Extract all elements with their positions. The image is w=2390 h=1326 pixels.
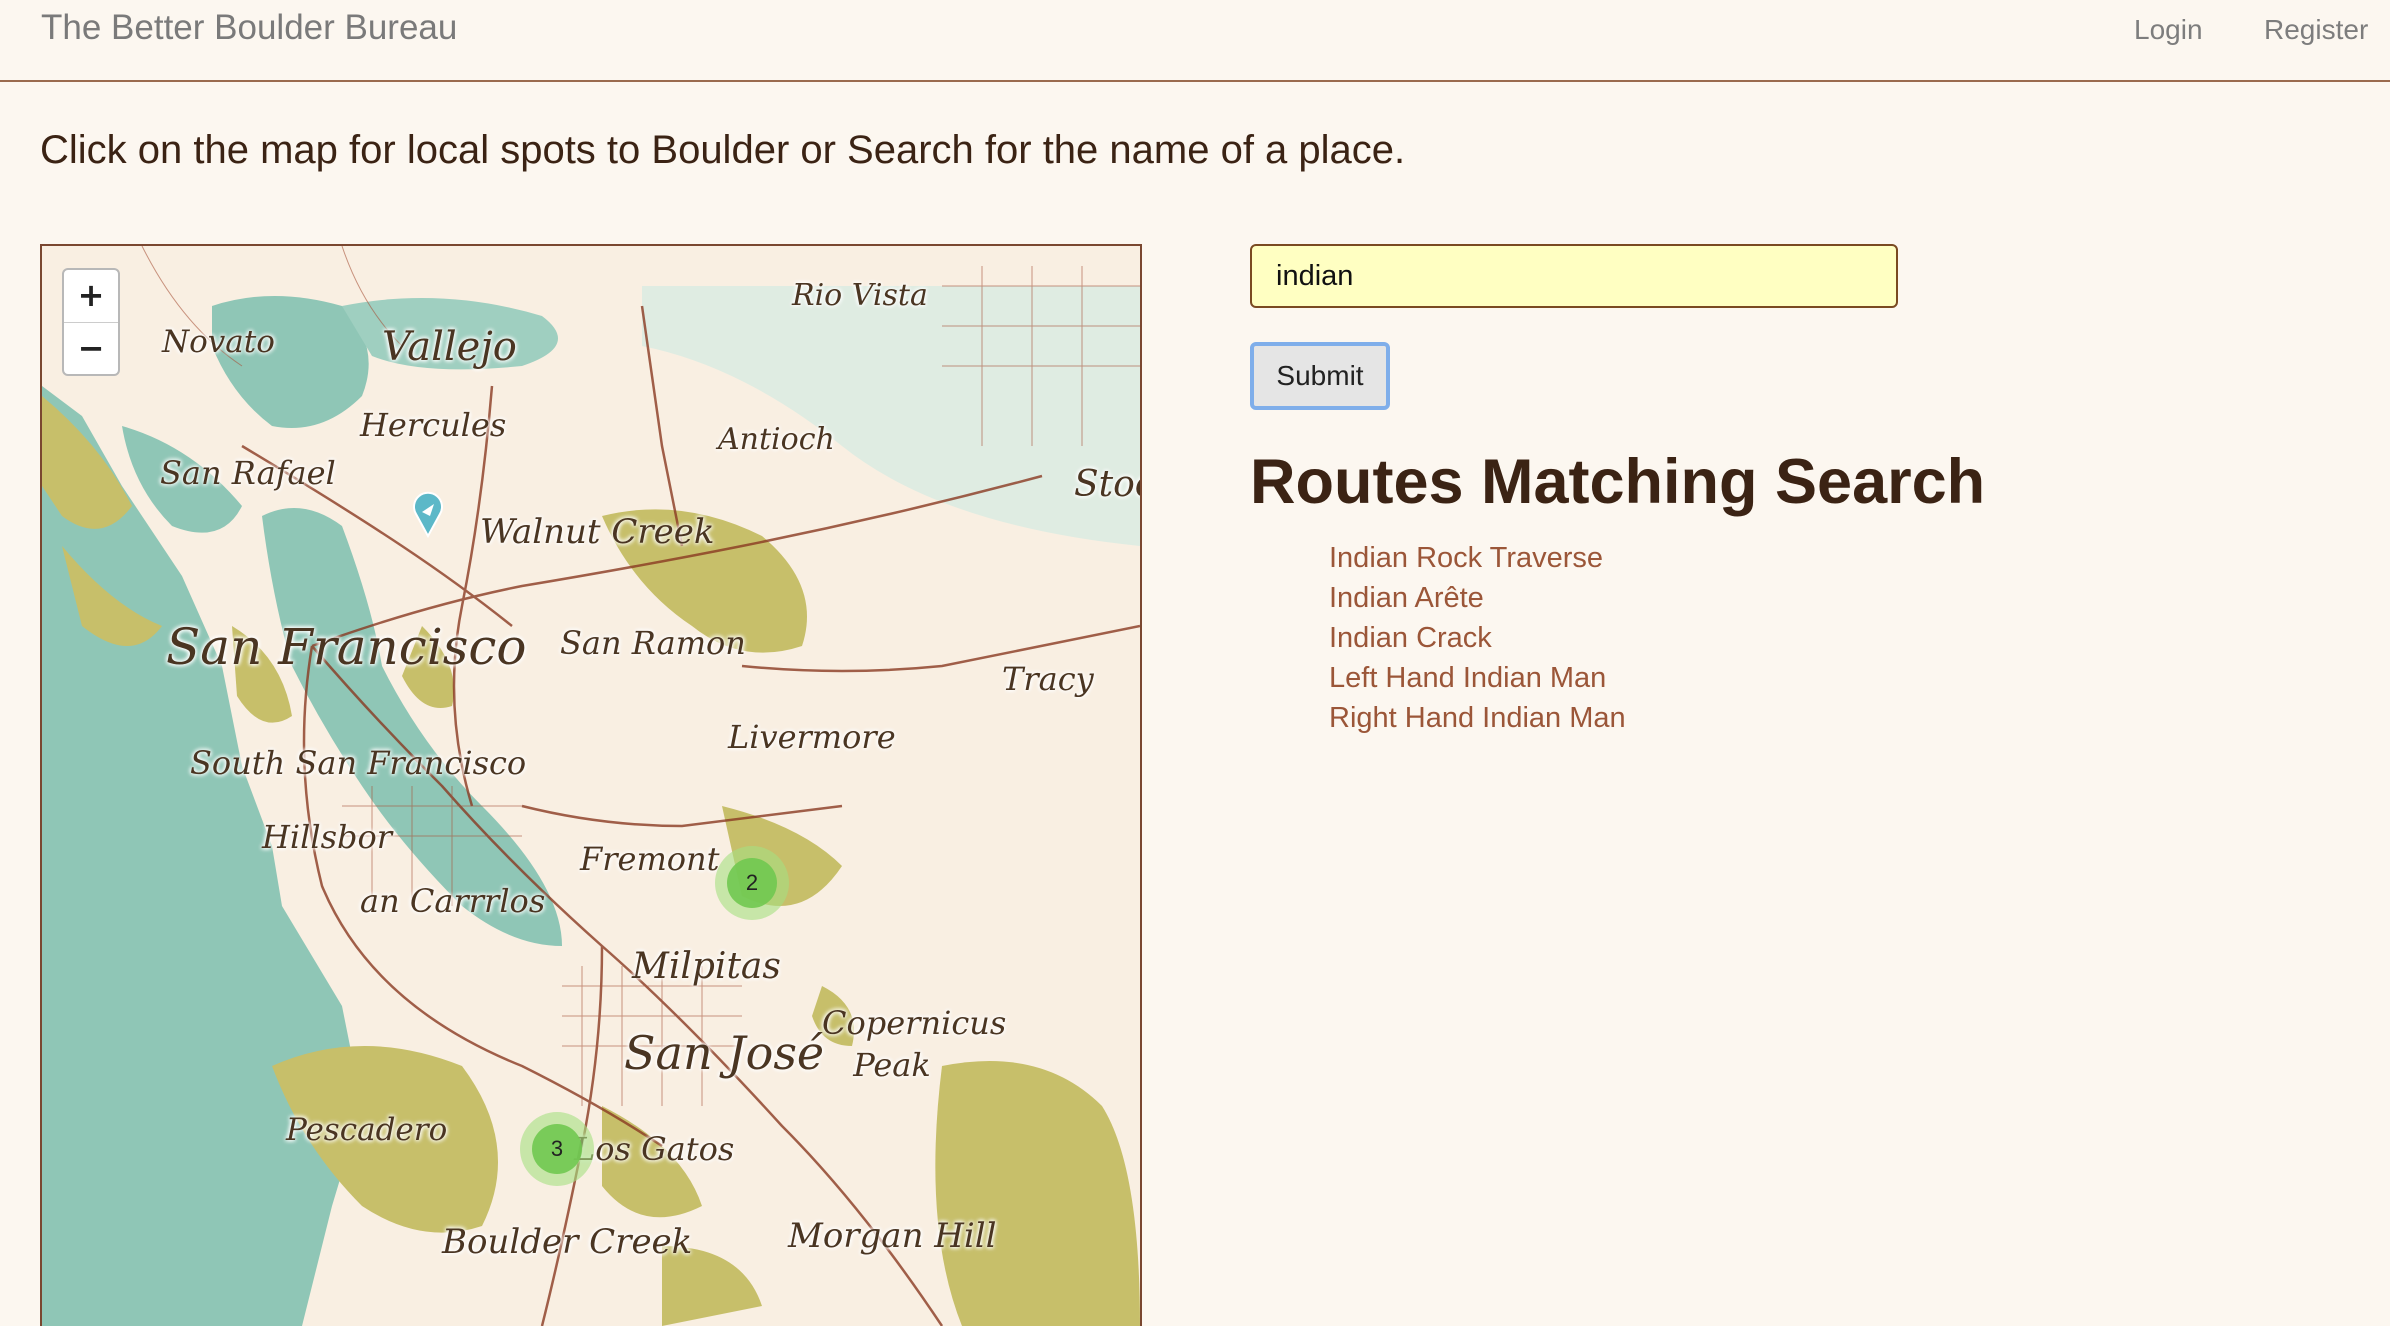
route-link[interactable]: Left Hand Indian Man <box>1329 662 1606 694</box>
map-label: Novato <box>162 324 275 360</box>
cluster-count: 3 <box>532 1124 582 1174</box>
map-label: Morgan Hill <box>788 1216 997 1256</box>
map-label: Boulder Creek <box>442 1222 693 1262</box>
zoom-out-button[interactable]: − <box>64 323 118 375</box>
map[interactable]: + − Novato Vallejo Rio Vista Hercules An… <box>40 244 1142 1326</box>
login-link[interactable]: Login <box>2134 14 2203 46</box>
map-label: an Carrrlos <box>360 882 546 920</box>
results-heading: Routes Matching Search <box>1250 447 1986 517</box>
list-item: Indian Rock Traverse <box>1329 538 1626 578</box>
brand-link[interactable]: The Better Boulder Bureau <box>41 8 457 48</box>
map-label: San Ramon <box>560 624 746 662</box>
map-label: Walnut Creek <box>480 512 715 552</box>
route-link[interactable]: Indian Rock Traverse <box>1329 542 1603 574</box>
map-cluster-marker[interactable]: 2 <box>715 846 789 920</box>
map-label: Copernicus Peak <box>822 1004 1007 1084</box>
map-label: Pescadero <box>286 1112 448 1148</box>
map-label: Stoc <box>1074 464 1140 505</box>
map-label: San Francisco <box>166 618 527 676</box>
list-item: Right Hand Indian Man <box>1329 698 1626 738</box>
zoom-control: + − <box>62 268 120 376</box>
map-label: Vallejo <box>382 324 517 370</box>
map-label: Hercules <box>360 406 507 444</box>
map-label: San Rafael <box>160 454 336 492</box>
map-label: Antioch <box>718 422 835 457</box>
route-link[interactable]: Indian Arête <box>1329 582 1484 614</box>
list-item: Indian Crack <box>1329 618 1626 658</box>
results-list: Indian Rock Traverse Indian Arête Indian… <box>1329 538 1626 738</box>
route-link[interactable]: Indian Crack <box>1329 622 1492 654</box>
zoom-in-button[interactable]: + <box>64 270 118 323</box>
register-link[interactable]: Register <box>2264 14 2368 46</box>
list-item: Indian Arête <box>1329 578 1626 618</box>
route-link[interactable]: Right Hand Indian Man <box>1329 702 1626 734</box>
submit-button[interactable]: Submit <box>1250 342 1390 410</box>
map-cluster-marker[interactable]: 3 <box>520 1112 594 1186</box>
list-item: Left Hand Indian Man <box>1329 658 1626 698</box>
map-label: South San Francisco <box>190 744 527 782</box>
map-label: Fremont <box>580 840 720 878</box>
map-label: Rio Vista <box>792 278 928 313</box>
search-input[interactable] <box>1250 244 1898 308</box>
navbar: The Better Boulder Bureau Login Register <box>0 0 2390 82</box>
map-label: Milpitas <box>632 946 781 987</box>
map-label: Hillsbor <box>262 818 393 856</box>
map-label: Los Gatos <box>574 1130 735 1168</box>
map-label: Tracy <box>1002 660 1094 698</box>
map-label: San José <box>624 1026 825 1080</box>
cluster-count: 2 <box>727 858 777 908</box>
intro-text: Click on the map for local spots to Boul… <box>40 128 1406 172</box>
map-label: Livermore <box>728 718 896 756</box>
